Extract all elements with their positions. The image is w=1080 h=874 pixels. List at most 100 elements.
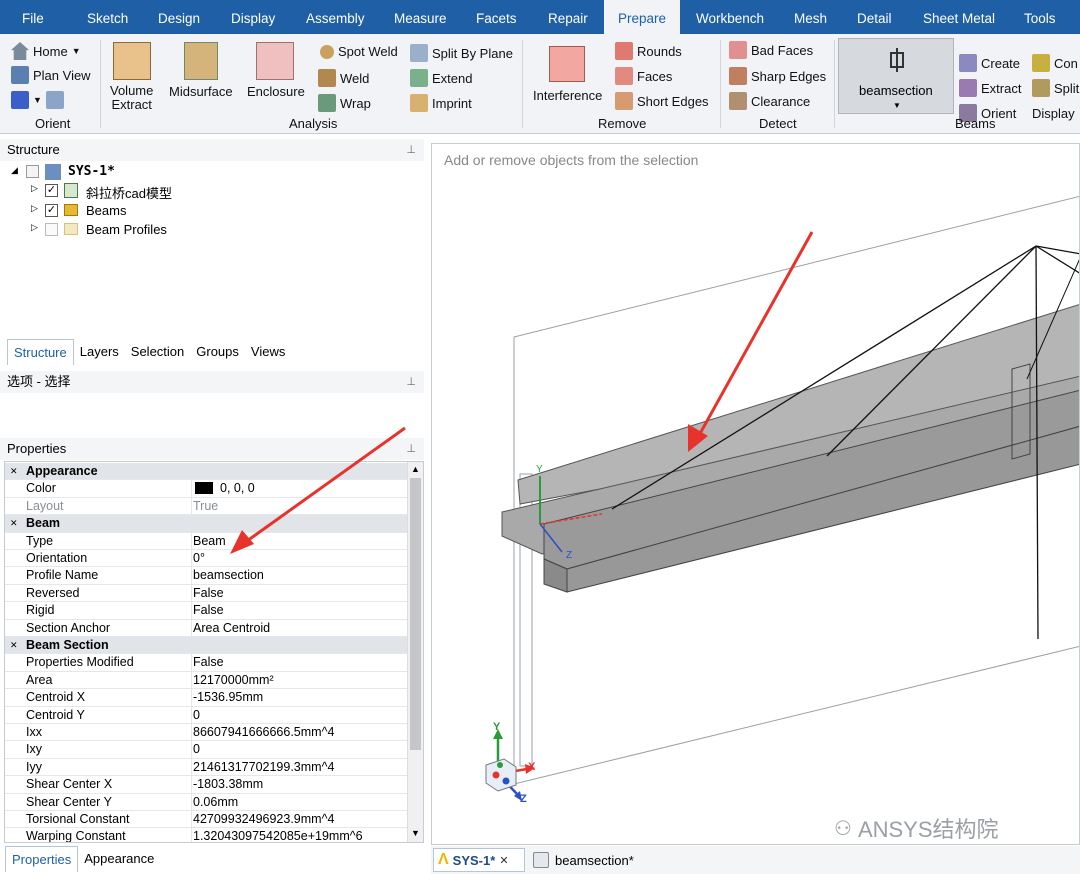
property-value[interactable]: 0 xyxy=(193,741,200,758)
menu-measure[interactable]: Measure xyxy=(394,0,447,34)
tab-selection[interactable]: Selection xyxy=(125,339,190,365)
menu-mesh[interactable]: Mesh xyxy=(794,0,827,34)
collapse-icon[interactable]: ✕ xyxy=(10,463,18,480)
property-row[interactable]: Warping Constant 1.32043097542085e+19mm^6 xyxy=(5,828,407,842)
beam-split-button[interactable]: Split xyxy=(1032,79,1079,97)
tab-groups[interactable]: Groups xyxy=(190,339,245,365)
menu-display[interactable]: Display xyxy=(231,0,275,34)
interference-button[interactable]: Interference xyxy=(533,88,602,103)
property-value[interactable]: 42709932496923.9mm^4 xyxy=(193,811,334,828)
imprint-button[interactable]: Imprint xyxy=(410,94,472,112)
expand-triangle-icon[interactable]: ▷ xyxy=(31,222,38,233)
property-row[interactable]: Shear Center Y 0.06mm xyxy=(5,793,407,811)
tab-structure[interactable]: Structure xyxy=(7,339,74,365)
property-category[interactable]: ✕ Beam Section xyxy=(5,637,407,655)
menu-tools[interactable]: Tools xyxy=(1024,0,1056,34)
tree-root-label[interactable]: SYS-1* xyxy=(68,164,115,179)
checkbox[interactable] xyxy=(26,165,39,178)
doc-tab-sys1[interactable]: Λ SYS-1* ✕ xyxy=(433,848,525,872)
extend-button[interactable]: Extend xyxy=(410,69,472,87)
property-row[interactable]: Ixy 0 xyxy=(5,741,407,759)
bad-faces-button[interactable]: Bad Faces xyxy=(729,41,813,59)
property-row[interactable]: Ixx 86607941666666.5mm^4 xyxy=(5,724,407,742)
property-row[interactable]: Properties Modified False xyxy=(5,654,407,672)
property-value[interactable]: False xyxy=(193,654,224,671)
beamsection-dropdown[interactable]: beamsection ▼ xyxy=(838,38,954,114)
tree-item-label[interactable]: Beam Profiles xyxy=(86,222,167,237)
expand-triangle-icon[interactable]: ▷ xyxy=(31,203,38,214)
collapse-triangle-icon[interactable]: ◢ xyxy=(11,165,18,176)
scroll-down-arrow-icon[interactable]: ▼ xyxy=(411,828,420,838)
checkbox-checked[interactable]: ✓ xyxy=(45,184,58,197)
checkbox-checked[interactable]: ✓ xyxy=(45,204,58,217)
view-triad[interactable] xyxy=(472,719,562,814)
close-icon[interactable]: ✕ xyxy=(499,854,508,867)
menu-facets[interactable]: Facets xyxy=(476,0,517,34)
property-row[interactable]: Shear Center X -1803.38mm xyxy=(5,776,407,794)
tree-item-label[interactable]: Beams xyxy=(86,203,126,218)
property-value[interactable]: 86607941666666.5mm^4 xyxy=(193,724,334,741)
beam-display-button[interactable]: Display xyxy=(1032,106,1075,121)
checkbox[interactable] xyxy=(45,223,58,236)
rounds-button[interactable]: Rounds xyxy=(615,42,682,60)
property-row[interactable]: Reversed False xyxy=(5,584,407,603)
pin-icon[interactable]: ⊥ xyxy=(406,371,416,393)
property-value[interactable]: 21461317702199.3mm^4 xyxy=(193,759,334,776)
short-edges-button[interactable]: Short Edges xyxy=(615,92,709,110)
weld-button[interactable]: Weld xyxy=(318,69,369,87)
orient-view-cube-button[interactable]: ▼ xyxy=(11,91,64,109)
property-row[interactable]: Section Anchor Area Centroid xyxy=(5,619,407,637)
property-row[interactable]: Area 12170000mm² xyxy=(5,671,407,690)
property-value[interactable]: False xyxy=(193,585,224,602)
property-value[interactable]: -1536.95mm xyxy=(193,689,263,706)
property-value[interactable]: True xyxy=(193,498,218,515)
menu-assembly[interactable]: Assembly xyxy=(306,0,365,34)
menu-file[interactable]: File xyxy=(22,0,44,34)
clearance-button[interactable]: Clearance xyxy=(729,92,810,110)
collapse-icon[interactable]: ✕ xyxy=(10,637,18,654)
midsurface-button[interactable]: Midsurface xyxy=(169,84,233,99)
menu-workbench[interactable]: Workbench xyxy=(696,0,764,34)
menu-detail[interactable]: Detail xyxy=(857,0,892,34)
menu-repair[interactable]: Repair xyxy=(548,0,588,34)
doc-tab-beamsection[interactable]: beamsection* xyxy=(529,848,634,872)
sharp-edges-button[interactable]: Sharp Edges xyxy=(729,67,826,85)
tab-properties[interactable]: Properties xyxy=(5,846,79,872)
menu-sketch[interactable]: Sketch xyxy=(87,0,128,34)
menu-prepare[interactable]: Prepare xyxy=(604,0,680,34)
color-swatch[interactable] xyxy=(195,482,213,495)
tree-item-label[interactable]: 斜拉桥cad模型 xyxy=(86,183,172,202)
pin-icon[interactable]: ⊥ xyxy=(406,139,416,161)
property-value[interactable]: beamsection xyxy=(193,567,264,584)
property-value[interactable]: -1803.38mm xyxy=(193,776,263,793)
property-row[interactable]: Centroid Y 0 xyxy=(5,706,407,724)
split-by-plane-button[interactable]: Split By Plane xyxy=(410,44,513,62)
tab-views[interactable]: Views xyxy=(245,339,291,365)
home-button[interactable]: Home ▼ xyxy=(11,42,81,60)
property-value[interactable]: 0 xyxy=(193,707,200,724)
beam-create-button[interactable]: Create xyxy=(959,54,1020,72)
expand-triangle-icon[interactable]: ▷ xyxy=(31,183,38,194)
spot-weld-button[interactable]: Spot Weld xyxy=(320,44,398,59)
enclosure-button[interactable]: Enclosure xyxy=(247,84,305,99)
beam-connect-button[interactable]: Con xyxy=(1032,54,1078,72)
property-value[interactable]: 1.32043097542085e+19mm^6 xyxy=(193,828,363,842)
property-value[interactable]: 12170000mm² xyxy=(193,672,274,689)
property-value[interactable]: 0.06mm xyxy=(193,794,238,811)
wrap-button[interactable]: Wrap xyxy=(318,94,371,112)
volume-extract-button[interactable]: Volume Extract xyxy=(110,84,153,112)
3d-viewport[interactable]: Add or remove objects from the selection… xyxy=(431,143,1080,845)
property-value[interactable]: Area Centroid xyxy=(193,620,270,637)
property-row[interactable]: Profile Name beamsection xyxy=(5,567,407,585)
property-row[interactable]: Centroid X -1536.95mm xyxy=(5,689,407,707)
menu-sheet-metal[interactable]: Sheet Metal xyxy=(923,0,995,34)
property-row[interactable]: Torsional Constant 42709932496923.9mm^4 xyxy=(5,811,407,829)
plan-view-button[interactable]: Plan View xyxy=(11,66,91,84)
property-row[interactable]: Iyy 21461317702199.3mm^4 xyxy=(5,758,407,777)
property-value[interactable]: 0° xyxy=(193,550,205,567)
tab-appearance[interactable]: Appearance xyxy=(78,846,160,872)
property-value[interactable]: False xyxy=(193,602,224,619)
menu-design[interactable]: Design xyxy=(158,0,200,34)
property-row[interactable]: Rigid False xyxy=(5,602,407,620)
tab-layers[interactable]: Layers xyxy=(74,339,125,365)
